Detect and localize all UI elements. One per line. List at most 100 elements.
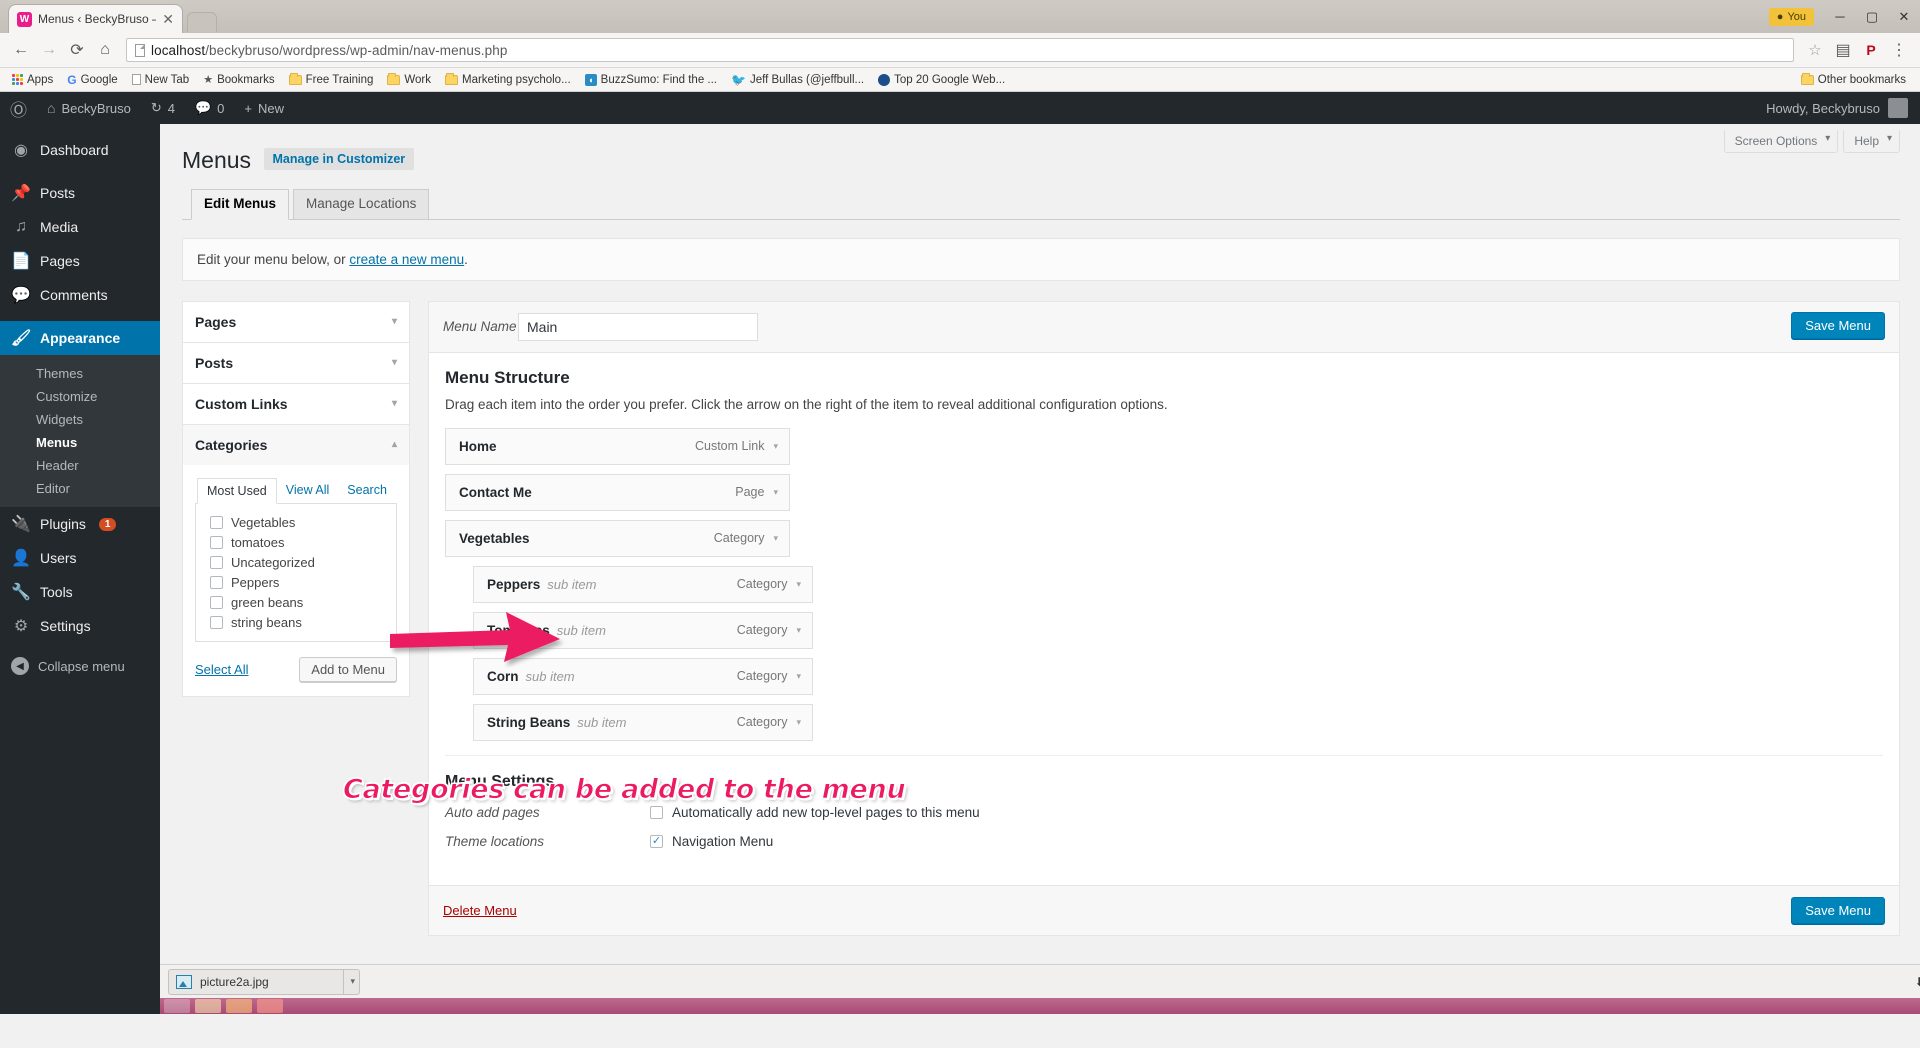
home-icon[interactable]: ⌂ bbox=[92, 37, 118, 63]
maximize-button[interactable]: ▢ bbox=[1856, 4, 1888, 30]
chevron-down-icon[interactable]: ▾ bbox=[343, 969, 355, 994]
chevron-down-icon[interactable]: ▾ bbox=[796, 671, 801, 682]
menu-item-string-beans[interactable]: String Beans sub item Category ▾ bbox=[473, 703, 813, 741]
taskbar-item[interactable] bbox=[195, 999, 221, 1013]
category-checkbox[interactable] bbox=[210, 575, 223, 589]
menu-name-input[interactable] bbox=[518, 312, 758, 341]
chrome-menu-icon[interactable]: ⋮ bbox=[1886, 37, 1912, 63]
bookmark-new-tab[interactable]: New Tab bbox=[126, 72, 196, 88]
sidebar-item-media[interactable]: ♫ Media bbox=[0, 210, 160, 244]
taskbar-item[interactable] bbox=[164, 999, 190, 1013]
bookmark-work[interactable]: Work bbox=[381, 72, 437, 88]
wp-logo-menu[interactable]: Ⓞ bbox=[0, 92, 37, 124]
select-all-link[interactable]: Select All bbox=[195, 662, 248, 677]
sidebar-item-pages[interactable]: 📄 Pages bbox=[0, 244, 160, 278]
submenu-item-widgets[interactable]: Widgets bbox=[0, 408, 160, 431]
chevron-down-icon[interactable]: ▾ bbox=[796, 625, 801, 636]
category-checkbox[interactable] bbox=[210, 615, 223, 629]
bookmark-buzzsumo[interactable]: ◖ BuzzSumo: Find the ... bbox=[579, 72, 723, 88]
chrome-profile-button[interactable]: ● You bbox=[1768, 7, 1814, 26]
chevron-down-icon[interactable]: ▾ bbox=[796, 717, 801, 728]
accordion-header-posts[interactable]: Posts ▾ bbox=[183, 343, 409, 383]
category-checkbox[interactable] bbox=[210, 595, 223, 609]
manage-in-customizer-button[interactable]: Manage in Customizer bbox=[263, 148, 415, 170]
menu-item-peppers[interactable]: Peppers sub item Category ▾ bbox=[473, 565, 813, 603]
menu-item-home[interactable]: Home Custom Link ▾ bbox=[445, 427, 790, 465]
pinterest-extension-icon[interactable]: P bbox=[1858, 37, 1884, 63]
sidebar-item-appearance[interactable]: 🖌 Appearance bbox=[0, 321, 160, 355]
sidebar-item-users[interactable]: 👤 Users bbox=[0, 541, 160, 575]
download-item[interactable]: picture2a.jpg ▾ bbox=[168, 968, 360, 995]
list-item[interactable]: tomatoes bbox=[210, 535, 386, 550]
tab-edit-menus[interactable]: Edit Menus bbox=[191, 188, 290, 220]
category-checkbox[interactable] bbox=[210, 535, 223, 549]
back-icon[interactable]: ← bbox=[8, 37, 34, 63]
bookmark-free-training[interactable]: Free Training bbox=[283, 72, 380, 88]
chevron-down-icon[interactable]: ▾ bbox=[796, 579, 801, 590]
auto-add-pages-checkbox[interactable] bbox=[650, 805, 663, 819]
tab-most-used[interactable]: Most Used bbox=[197, 477, 277, 504]
bookmark-apps[interactable]: Apps bbox=[6, 72, 59, 88]
bookmark-google[interactable]: G Google bbox=[61, 71, 123, 89]
sidebar-item-tools[interactable]: 🔧 Tools bbox=[0, 575, 160, 609]
collapse-menu-button[interactable]: ◀ Collapse menu bbox=[0, 649, 160, 683]
accordion-header-pages[interactable]: Pages ▾ bbox=[183, 302, 409, 342]
submenu-item-editor[interactable]: Editor bbox=[0, 477, 160, 500]
extension-layers-icon[interactable]: ▤ bbox=[1830, 37, 1856, 63]
sidebar-item-plugins[interactable]: 🔌 Plugins 1 bbox=[0, 507, 160, 541]
list-item[interactable]: green beans bbox=[210, 595, 386, 610]
address-bar[interactable]: localhost/beckybruso/wordpress/wp-admin/… bbox=[126, 38, 1794, 62]
my-account-menu[interactable]: Howdy, Beckybruso bbox=[1766, 92, 1920, 124]
taskbar-item[interactable] bbox=[226, 999, 252, 1013]
tab-manage-locations[interactable]: Manage Locations bbox=[293, 188, 430, 219]
help-button[interactable]: Help bbox=[1843, 130, 1900, 153]
bookmark-top-20-google-web[interactable]: Top 20 Google Web... bbox=[872, 72, 1011, 88]
screen-options-button[interactable]: Screen Options bbox=[1723, 130, 1839, 153]
category-checkbox[interactable] bbox=[210, 555, 223, 569]
new-content-menu[interactable]: + New bbox=[234, 92, 294, 124]
submenu-item-themes[interactable]: Themes bbox=[0, 362, 160, 385]
category-checkbox[interactable] bbox=[210, 515, 223, 529]
new-tab-button[interactable] bbox=[187, 12, 217, 32]
submenu-item-menus[interactable]: Menus bbox=[0, 431, 160, 454]
bookmark-star-icon[interactable]: ☆ bbox=[1802, 37, 1828, 63]
updates-menu[interactable]: ↻ 4 bbox=[141, 92, 185, 124]
show-all-downloads-link[interactable]: ⬇ Show all downloads... bbox=[1915, 975, 1920, 989]
delete-menu-link[interactable]: Delete Menu bbox=[443, 903, 517, 918]
list-item[interactable]: Peppers bbox=[210, 575, 386, 590]
other-bookmarks-button[interactable]: Other bookmarks bbox=[1795, 72, 1912, 88]
submenu-item-customize[interactable]: Customize bbox=[0, 385, 160, 408]
bookmark-bookmarks[interactable]: ★ Bookmarks bbox=[197, 71, 280, 88]
chevron-down-icon[interactable]: ▾ bbox=[773, 441, 778, 452]
accordion-header-custom-links[interactable]: Custom Links ▾ bbox=[183, 384, 409, 424]
sidebar-item-comments[interactable]: 💬 Comments bbox=[0, 278, 160, 312]
tab-view-all[interactable]: View All bbox=[277, 478, 339, 504]
browser-tab[interactable]: W Menus ‹ BeckyBruso — W ✕ bbox=[8, 4, 183, 33]
sidebar-item-dashboard[interactable]: ◉ Dashboard bbox=[0, 133, 160, 167]
chevron-down-icon[interactable]: ▾ bbox=[773, 487, 778, 498]
sidebar-item-settings[interactable]: ⚙ Settings bbox=[0, 609, 160, 643]
menu-item-contact-me[interactable]: Contact Me Page ▾ bbox=[445, 473, 790, 511]
menu-item-vegetables[interactable]: Vegetables Category ▾ bbox=[445, 519, 790, 557]
chevron-down-icon[interactable]: ▾ bbox=[773, 533, 778, 544]
submenu-item-header[interactable]: Header bbox=[0, 454, 160, 477]
save-menu-button-bottom[interactable]: Save Menu bbox=[1791, 896, 1885, 924]
sidebar-item-posts[interactable]: 📌 Posts bbox=[0, 176, 160, 210]
bookmark-jeff-bullas[interactable]: 🐦 Jeff Bullas (@jeffbull... bbox=[725, 71, 870, 89]
navigation-menu-checkbox[interactable]: ✓ bbox=[650, 834, 663, 848]
bookmark-marketing-psychology[interactable]: Marketing psycholo... bbox=[439, 72, 577, 88]
add-to-menu-button[interactable]: Add to Menu bbox=[299, 656, 397, 682]
forward-icon[interactable]: → bbox=[36, 37, 62, 63]
accordion-header-categories[interactable]: Categories ▴ bbox=[183, 424, 409, 465]
list-item[interactable]: Vegetables bbox=[210, 515, 386, 530]
window-close-button[interactable]: ✕ bbox=[1888, 4, 1920, 30]
minimize-button[interactable]: ─ bbox=[1824, 4, 1856, 30]
reload-icon[interactable]: ⟳ bbox=[64, 37, 90, 63]
tab-search[interactable]: Search bbox=[338, 478, 396, 504]
comments-menu[interactable]: 💬 0 bbox=[185, 92, 234, 124]
site-name-menu[interactable]: ⌂ BeckyBruso bbox=[37, 92, 141, 124]
taskbar-item[interactable] bbox=[257, 999, 283, 1013]
list-item[interactable]: string beans bbox=[210, 615, 386, 630]
tab-close-icon[interactable]: ✕ bbox=[162, 12, 174, 26]
create-new-menu-link[interactable]: create a new menu bbox=[349, 252, 464, 267]
